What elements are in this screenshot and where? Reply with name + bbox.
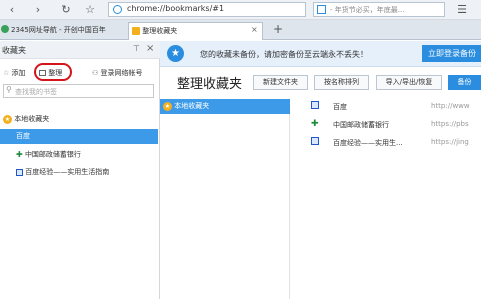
login-account-button[interactable]: ⚇ 登录网络帐号 <box>92 68 143 78</box>
page-title: 整理收藏夹 <box>177 77 243 92</box>
baidu-icon <box>311 137 319 145</box>
bookmark-tab-icon <box>132 27 140 35</box>
backup-banner: ★ 您的收藏未备份，请加密备份至云端永不丢失！ 立即登录备份 <box>160 41 481 67</box>
folder-star-icon: ★ <box>163 101 172 111</box>
new-folder-button[interactable]: 新建文件夹 <box>253 75 308 90</box>
pin-icon[interactable]: ⊤ <box>133 44 140 53</box>
search-icon: ⚲ <box>6 85 12 94</box>
baidu-icon <box>16 168 23 176</box>
user-icon: ⚇ <box>92 69 99 77</box>
baidu-icon <box>311 101 319 109</box>
bookmark-row[interactable]: 百度 http://www <box>311 101 481 115</box>
search-box[interactable]: - 年货节必买，年底最... <box>313 2 445 17</box>
sidebar-item-label: 百度 <box>16 132 30 140</box>
folder-label: 本地收藏夹 <box>174 102 210 110</box>
bookmark-row[interactable]: 百度经验——实用生... https://jing <box>311 137 481 151</box>
shield-icon <box>113 5 122 14</box>
refresh-icon[interactable]: ↻ <box>58 2 74 18</box>
star-badge-icon: ★ <box>167 45 184 62</box>
bookmark-manager: ★ 您的收藏未备份，请加密备份至云端永不丢失！ 立即登录备份 整理收藏夹 新建文… <box>160 41 481 299</box>
sidebar-item-baidu[interactable]: 百度 <box>0 129 158 144</box>
search-placeholder: - 年货节必买，年底最... <box>330 6 405 14</box>
add-label: 添加 <box>11 69 26 77</box>
import-export-button[interactable]: 导入/导出/恢复 <box>376 75 442 90</box>
new-tab-icon[interactable]: + <box>273 22 283 36</box>
bookmark-url: https://pbs <box>431 120 469 128</box>
sidebar-folder-local[interactable]: ★ 本地收藏夹 <box>0 112 158 127</box>
sidebar-search-input[interactable]: ⚲ 查找我的书签 <box>3 84 154 98</box>
banner-text: 您的收藏未备份，请加密备份至云端永不丢失！ <box>200 50 368 59</box>
sidebar-title: 收藏夹 <box>2 46 26 55</box>
browser-toolbar: ‹ › ↻ ☆ chrome://bookmarks/#1 - 年货节必买，年底… <box>0 0 481 20</box>
bookmark-url: https://jing <box>431 138 469 146</box>
bookmark-name: 百度 <box>333 103 347 111</box>
folder-local[interactable]: ★ 本地收藏夹 <box>160 99 290 114</box>
bookmark-name: 中国邮政储蓄银行 <box>333 121 389 129</box>
login-backup-button[interactable]: 立即登录备份 <box>422 45 481 62</box>
tab-2345[interactable]: 2345网址导航 - 开创中国百年 <box>8 22 124 40</box>
sort-by-name-button[interactable]: 按名称排列 <box>314 75 369 90</box>
forward-icon[interactable]: › <box>30 2 46 18</box>
tab-close-icon[interactable]: × <box>251 25 258 34</box>
bookmark-name: 百度经验——实用生... <box>333 139 403 147</box>
sidebar-item-baidu-jingyan[interactable]: 百度经验——实用生活指南 <box>0 165 158 180</box>
bookmark-sidebar: 收藏夹 ⊤ × ☆ 添加 整理 ⚇ 登录网络帐号 ⚲ 查找我的书签 ★ 本地收藏… <box>0 41 160 299</box>
tab-strip: 2345网址导航 - 开创中国百年 整理收藏夹 × + <box>0 20 481 40</box>
backup-button[interactable]: 备份 <box>448 75 481 90</box>
bookmark-row[interactable]: ✚ 中国邮政储蓄银行 https://pbs <box>311 119 481 133</box>
sidebar-item-label: 中国邮政储蓄银行 <box>24 150 81 159</box>
folder-tree: ★ 本地收藏夹 <box>160 99 290 299</box>
sidebar-header: 收藏夹 ⊤ × <box>0 41 160 59</box>
red-annotation-ellipse <box>34 63 72 81</box>
back-icon[interactable]: ‹ <box>4 2 20 18</box>
psbc-icon: ✚ <box>311 119 319 129</box>
sidebar-item-psbc[interactable]: ✚ 中国邮政储蓄银行 <box>0 147 158 162</box>
tab-bookmarks[interactable]: 整理收藏夹 <box>128 22 263 40</box>
search-engine-icon <box>317 5 326 14</box>
bookmark-star-icon[interactable]: ☆ <box>82 2 98 18</box>
folder-star-icon: ★ <box>3 114 12 124</box>
menu-icon[interactable]: ☰ <box>454 2 470 18</box>
add-button[interactable]: ☆ 添加 <box>3 68 26 78</box>
sidebar-folder-label: 本地收藏夹 <box>14 115 50 123</box>
bookmark-url: http://www <box>431 102 470 110</box>
tab-bookmarks-label: 整理收藏夹 <box>142 27 178 35</box>
bookmark-list: 百度 http://www ✚ 中国邮政储蓄银行 https://pbs 百度经… <box>291 99 481 299</box>
address-text: chrome://bookmarks/#1 <box>127 4 225 13</box>
sidebar-search-placeholder: 查找我的书签 <box>15 88 57 96</box>
address-bar[interactable]: chrome://bookmarks/#1 <box>108 2 306 17</box>
psbc-icon: ✚ <box>16 150 23 159</box>
sidebar-item-label: 百度经验——实用生活指南 <box>25 168 110 176</box>
star-icon: ☆ <box>3 69 10 77</box>
login-label: 登录网络帐号 <box>100 69 143 77</box>
close-icon[interactable]: × <box>146 43 154 54</box>
